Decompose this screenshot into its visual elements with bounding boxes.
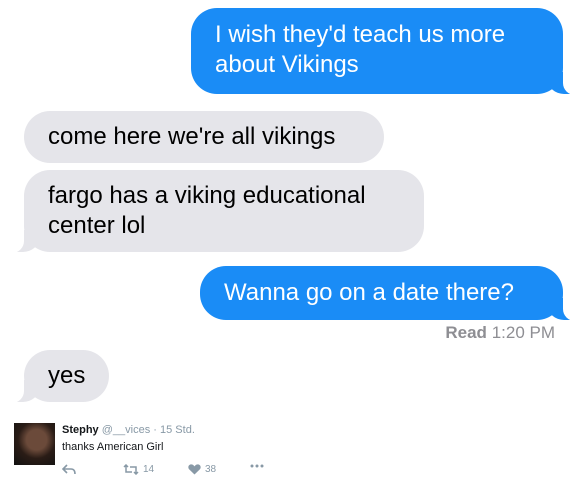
read-time: 1:20 PM	[491, 323, 555, 342]
message-line: center lol	[48, 212, 146, 239]
like-count: 38	[205, 464, 217, 475]
tweet-header: Stephy @__vices · 15 Std.	[62, 424, 195, 436]
received-message-bubble: fargo has a viking educational center lo…	[2, 170, 424, 253]
retweet-icon	[123, 464, 139, 475]
sent-message-bubble: Wanna go on a date there?	[200, 266, 582, 321]
tweet-author-name[interactable]: Stephy	[62, 424, 99, 436]
avatar[interactable]	[14, 423, 55, 465]
received-message-bubble: come here we're all vikings	[24, 111, 384, 163]
heart-icon	[188, 464, 201, 475]
message-line: I wish they'd teach us more	[215, 21, 506, 48]
message-line: about Vikings	[215, 51, 359, 78]
reply-button[interactable]	[62, 464, 76, 475]
retweet-button[interactable]: 14	[123, 464, 154, 475]
tweet-author-handle[interactable]: @__vices	[102, 424, 150, 436]
like-button[interactable]: 38	[188, 464, 216, 475]
message-line: Wanna go on a date there?	[224, 279, 514, 306]
read-receipt: Read 1:20 PM	[445, 323, 555, 343]
message-line: fargo has a viking educational	[48, 182, 366, 209]
message-line: come here we're all vikings	[48, 123, 336, 150]
message-line: yes	[48, 362, 86, 389]
reply-icon	[62, 464, 76, 475]
more-options-button[interactable]	[250, 464, 264, 468]
more-icon	[250, 464, 264, 468]
read-label: Read	[445, 323, 487, 342]
retweet-count: 14	[143, 464, 155, 475]
tweet-separator: ·	[153, 424, 157, 436]
received-message-bubble: yes	[2, 350, 109, 403]
tweet-timestamp[interactable]: 15 Std.	[160, 424, 195, 436]
tweet-text: thanks American Girl	[62, 441, 164, 453]
sent-message-bubble: I wish they'd teach us more about Viking…	[191, 8, 582, 95]
